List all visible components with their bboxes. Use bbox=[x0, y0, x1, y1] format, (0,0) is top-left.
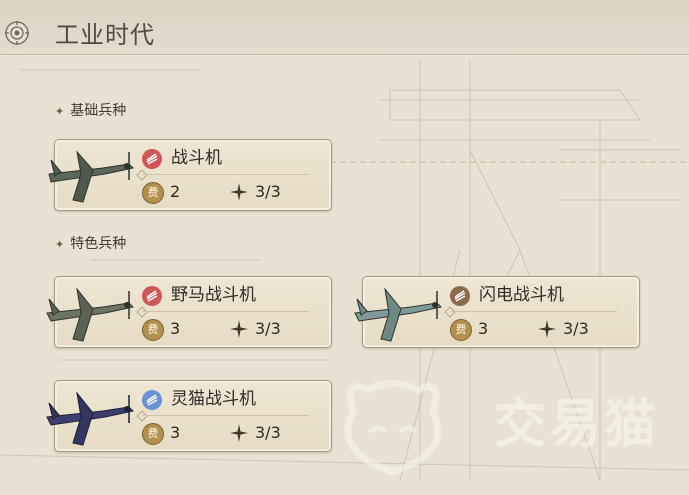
cost-icon: 费 bbox=[142, 319, 164, 341]
unit-card[interactable]: 战斗机 费 2 3/3 bbox=[48, 139, 332, 211]
compass-star-icon bbox=[538, 320, 556, 338]
section-label: 基础兵种 bbox=[70, 103, 127, 119]
unit-name: 灵猫战斗机 bbox=[171, 389, 256, 409]
unit-cost: 3 bbox=[170, 319, 181, 338]
fighter-plane-icon bbox=[46, 391, 135, 446]
cost-icon: 费 bbox=[142, 182, 164, 204]
page-title: 工业时代 bbox=[55, 21, 155, 49]
cost-icon: 费 bbox=[450, 319, 472, 341]
compass-gear-icon bbox=[5, 21, 29, 45]
wing-type-icon bbox=[142, 286, 162, 306]
wing-type-icon bbox=[142, 149, 162, 169]
fighter-plane-icon bbox=[46, 287, 135, 342]
unit-count: 3/3 bbox=[255, 423, 281, 442]
compass-star-icon bbox=[230, 424, 248, 442]
unit-name: 闪电战斗机 bbox=[479, 285, 564, 305]
unit-card[interactable]: 闪电战斗机 费 3 3/3 bbox=[354, 276, 640, 348]
section-basic-units: ✦ 基础兵种 bbox=[55, 102, 126, 121]
header-bar: 工业时代 bbox=[0, 0, 689, 55]
section-label: 特色兵种 bbox=[70, 236, 127, 252]
unit-name: 战斗机 bbox=[171, 148, 222, 168]
star-icon: ✦ bbox=[55, 238, 65, 251]
unit-cost: 3 bbox=[478, 319, 489, 338]
divider bbox=[142, 415, 309, 416]
section-special-units: ✦ 特色兵种 bbox=[55, 235, 126, 254]
unit-name: 野马战斗机 bbox=[171, 285, 256, 305]
star-icon: ✦ bbox=[55, 105, 65, 118]
wing-type-icon bbox=[142, 390, 162, 410]
unit-card[interactable]: 灵猫战斗机 费 3 3/3 bbox=[46, 380, 332, 452]
divider bbox=[142, 174, 309, 175]
unit-cost: 2 bbox=[170, 182, 181, 201]
divider bbox=[142, 311, 309, 312]
unit-count: 3/3 bbox=[563, 319, 589, 338]
divider bbox=[450, 311, 617, 312]
watermark-text: 交易猫 bbox=[494, 395, 660, 455]
unit-card[interactable]: 野马战斗机 费 3 3/3 bbox=[46, 276, 332, 348]
compass-star-icon bbox=[230, 183, 248, 201]
fighter-plane-icon bbox=[48, 150, 135, 203]
compass-star-icon bbox=[230, 320, 248, 338]
fighter-plane-icon bbox=[354, 287, 443, 342]
cost-icon: 费 bbox=[142, 423, 164, 445]
unit-count: 3/3 bbox=[255, 182, 281, 201]
unit-count: 3/3 bbox=[255, 319, 281, 338]
unit-cost: 3 bbox=[170, 423, 181, 442]
wing-type-icon bbox=[450, 286, 470, 306]
